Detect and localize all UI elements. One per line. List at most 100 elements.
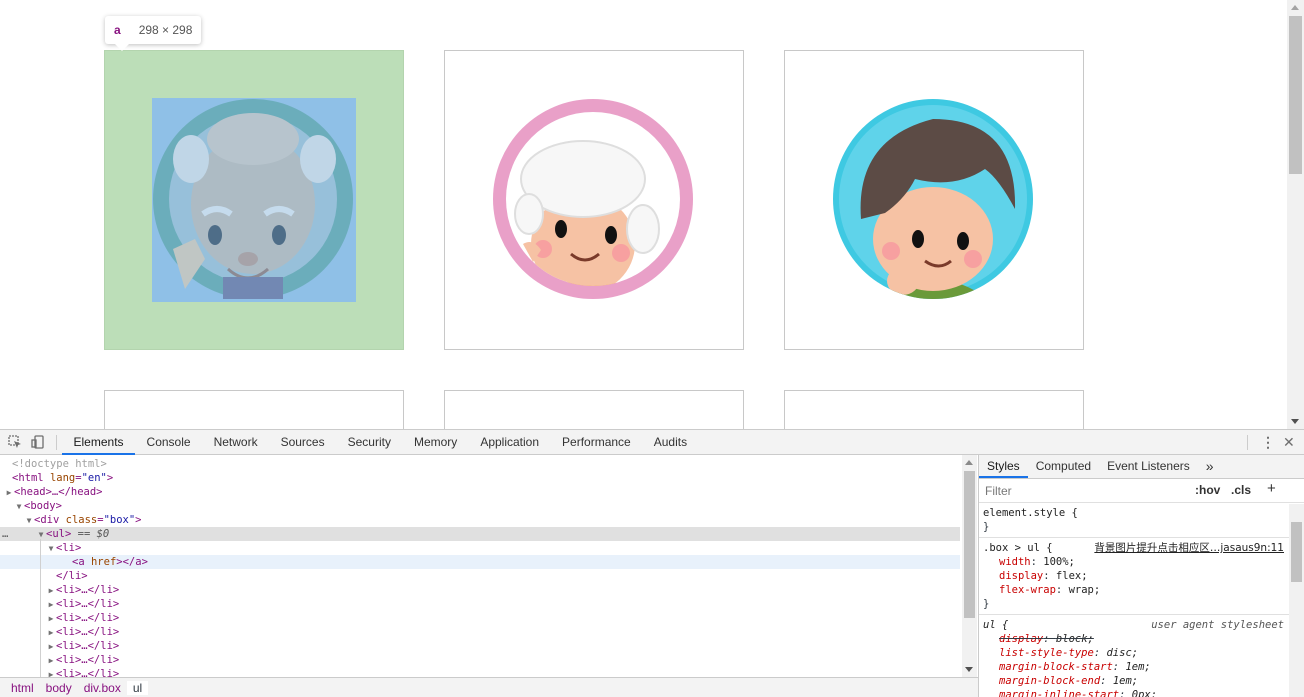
breadcrumb-ul[interactable]: ul: [126, 681, 149, 695]
dom-line-head[interactable]: ▶ <head>…</head>: [0, 485, 960, 499]
scroll-down-arrow-icon[interactable]: [1291, 419, 1299, 424]
property-value: 1em;: [1125, 661, 1151, 673]
li-collapsed: <li>…</li>: [56, 612, 120, 624]
page-viewport: a 298 × 298: [0, 0, 1304, 429]
tab-sources[interactable]: Sources: [269, 430, 336, 455]
more-options-icon[interactable]: ⋮: [1261, 434, 1275, 451]
box-ul-rule[interactable]: .box > ul { 背景图片提升点击相应区…jasaus9n:11 widt…: [979, 538, 1304, 615]
a-tag: a: [78, 556, 85, 568]
property-value: block;: [1055, 633, 1094, 645]
dom-line-li-collapsed[interactable]: ▶ <li>…</li>: [0, 583, 960, 597]
css-property[interactable]: flex-wrap: wrap;: [983, 583, 1300, 597]
tooltip-arrow: [115, 44, 129, 51]
expand-triangle-icon[interactable]: ▶: [46, 668, 56, 677]
collapse-triangle-icon[interactable]: ▼: [36, 528, 46, 542]
dom-line-li-close[interactable]: </li>: [0, 569, 960, 583]
rule-close-brace: }: [983, 598, 990, 610]
tab-event-listeners[interactable]: Event Listeners: [1099, 455, 1198, 478]
expand-triangle-icon[interactable]: ▶: [4, 486, 14, 500]
avatar-card-row2-1[interactable]: [104, 390, 404, 429]
avatar-card-grandmother[interactable]: [444, 50, 744, 350]
rule-source-link[interactable]: 背景图片提升点击相应区…jasaus9n:11: [1094, 541, 1284, 555]
css-property[interactable]: list-style-type: disc;: [983, 646, 1300, 660]
collapse-triangle-icon[interactable]: ▼: [14, 500, 24, 514]
css-property[interactable]: display: flex;: [983, 569, 1300, 583]
styles-scroll-thumb[interactable]: [1291, 522, 1302, 582]
css-property[interactable]: margin-block-end: 1em;: [983, 674, 1300, 688]
expand-triangle-icon[interactable]: ▶: [46, 626, 56, 640]
tab-audits[interactable]: Audits: [642, 430, 698, 455]
device-toolbar-icon[interactable]: [31, 435, 45, 449]
tab-computed[interactable]: Computed: [1028, 455, 1099, 478]
devtools-tabs: Elements Console Network Sources Securit…: [62, 430, 699, 455]
property-name: width: [999, 556, 1031, 568]
property-name: margin-block-start: [999, 661, 1113, 673]
dom-tree-scrollbar[interactable]: [962, 455, 977, 677]
dom-line-li-collapsed[interactable]: ▶ <li>…</li>: [0, 611, 960, 625]
highlight-content-box: [152, 98, 356, 302]
avatar-card-boy[interactable]: [784, 50, 1084, 350]
more-actions-ellipsis-icon[interactable]: …: [2, 527, 8, 541]
expand-triangle-icon[interactable]: ▶: [46, 612, 56, 626]
dom-scroll-thumb[interactable]: [964, 471, 975, 618]
boy-avatar-icon: [833, 99, 1033, 299]
class-toggle[interactable]: .cls: [1231, 483, 1251, 497]
tab-security[interactable]: Security: [336, 430, 402, 455]
breadcrumb-html[interactable]: html: [5, 681, 40, 695]
css-property[interactable]: width: 100%;: [983, 555, 1300, 569]
scroll-up-arrow-icon[interactable]: [1291, 5, 1299, 10]
expand-triangle-icon[interactable]: ▶: [46, 640, 56, 654]
page-scrollbar[interactable]: [1287, 0, 1304, 429]
collapse-triangle-icon[interactable]: ▼: [24, 514, 34, 528]
collapse-triangle-icon[interactable]: ▼: [46, 542, 56, 556]
css-property-overridden[interactable]: display: block;: [983, 632, 1300, 646]
expand-triangle-icon[interactable]: ▶: [46, 654, 56, 668]
property-value: 100%;: [1043, 556, 1075, 568]
tab-network[interactable]: Network: [202, 430, 269, 455]
dom-line-li-collapsed[interactable]: ▶ <li>…</li>: [0, 625, 960, 639]
property-name: display: [999, 570, 1044, 582]
dom-line-html[interactable]: <html lang="en">: [0, 471, 960, 485]
expand-triangle-icon[interactable]: ▶: [46, 598, 56, 612]
dom-line-li-collapsed[interactable]: ▶ <li>…</li>: [0, 639, 960, 653]
new-style-rule-icon[interactable]: +: [1267, 480, 1276, 497]
old-man-avatar-icon: [153, 99, 353, 299]
more-tabs-icon[interactable]: »: [1198, 455, 1222, 478]
css-property[interactable]: margin-inline-start: 0px;: [983, 688, 1300, 697]
tab-styles[interactable]: Styles: [979, 455, 1028, 478]
dom-line-a-hovered[interactable]: <a href></a>: [0, 555, 960, 569]
inspect-element-icon[interactable]: [8, 435, 22, 449]
scroll-down-arrow-icon[interactable]: [965, 667, 973, 672]
element-style-rule[interactable]: element.style { }: [979, 503, 1304, 538]
inspector-tooltip: a 298 × 298: [105, 16, 202, 51]
avatar-card-row2-3[interactable]: [784, 390, 1084, 429]
avatar-card-row2-2[interactable]: [444, 390, 744, 429]
tab-application[interactable]: Application: [469, 430, 551, 455]
dom-line-li[interactable]: ▼ <li>: [0, 541, 960, 555]
tab-memory[interactable]: Memory: [402, 430, 468, 455]
avatar-card-old-man[interactable]: [104, 50, 404, 350]
ua-ul-rule[interactable]: ul { user agent stylesheet display: bloc…: [979, 615, 1304, 697]
tab-elements[interactable]: Elements: [62, 430, 136, 455]
styles-scrollbar[interactable]: [1289, 504, 1304, 697]
dom-line-doctype[interactable]: <!doctype html>: [0, 457, 960, 471]
dom-line-div-box[interactable]: ▼ <div class="box">: [0, 513, 960, 527]
tab-performance[interactable]: Performance: [551, 430, 643, 455]
dom-line-ul-selected[interactable]: … ▼ <ul> == $0: [0, 527, 960, 541]
property-name: margin-block-end: [999, 675, 1101, 687]
breadcrumb-body[interactable]: body: [40, 681, 78, 695]
expand-triangle-icon[interactable]: ▶: [46, 584, 56, 598]
dom-line-li-collapsed[interactable]: ▶ <li>…</li>: [0, 597, 960, 611]
dom-line-body[interactable]: ▼ <body>: [0, 499, 960, 513]
styles-filter-input[interactable]: [981, 482, 1186, 500]
css-property[interactable]: margin-block-start: 1em;: [983, 660, 1300, 674]
close-devtools-icon[interactable]: ✕: [1283, 434, 1295, 451]
dom-line-li-collapsed[interactable]: ▶ <li>…</li>: [0, 653, 960, 667]
page-scroll-thumb[interactable]: [1289, 16, 1302, 174]
hover-state-toggle[interactable]: :hov: [1195, 483, 1220, 497]
property-name: flex-wrap: [999, 584, 1056, 596]
scroll-up-arrow-icon[interactable]: [965, 460, 973, 465]
breadcrumb-div-box[interactable]: div.box: [78, 681, 127, 695]
tab-console[interactable]: Console: [135, 430, 202, 455]
dom-line-li-collapsed[interactable]: ▶ <li>…</li>: [0, 667, 960, 677]
